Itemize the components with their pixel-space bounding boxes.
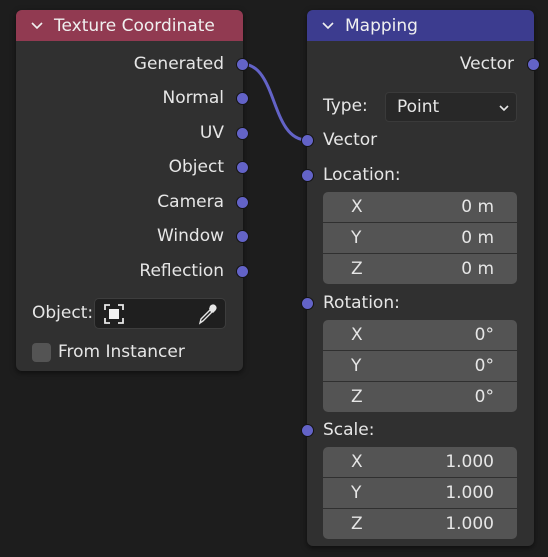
- location-fields: X 0 m Y 0 m Z 0 m: [323, 192, 517, 284]
- output-label: Reflection: [139, 261, 224, 281]
- socket-object[interactable]: [236, 161, 249, 174]
- scale-heading: Scale:: [323, 417, 374, 443]
- field-value: 0 m: [461, 228, 494, 248]
- socket-generated[interactable]: [236, 58, 249, 71]
- location-x-field[interactable]: X 0 m: [323, 192, 517, 222]
- rotation-label: Rotation:: [323, 293, 400, 313]
- output-label: Vector: [459, 54, 514, 74]
- socket-reflection[interactable]: [236, 265, 249, 278]
- type-row: Type:: [323, 93, 368, 119]
- socket-vector-output[interactable]: [527, 58, 540, 71]
- socket-normal[interactable]: [236, 92, 249, 105]
- rotation-z-field[interactable]: Z 0°: [323, 382, 517, 412]
- rotation-heading: Rotation:: [323, 290, 400, 316]
- scale-y-field[interactable]: Y 1.000: [323, 478, 517, 508]
- link-generated-to-vector: [241, 62, 308, 142]
- scale-label: Scale:: [323, 420, 375, 440]
- socket-uv[interactable]: [236, 127, 249, 140]
- texture-coordinate-node[interactable]: Texture Coordinate Generated Normal UV O…: [16, 10, 243, 371]
- chevron-down-icon[interactable]: [321, 19, 335, 33]
- rotation-fields: X 0° Y 0° Z 0°: [323, 320, 517, 412]
- field-value: 1.000: [445, 514, 494, 534]
- output-label: Camera: [157, 192, 224, 212]
- axis-label: Y: [351, 356, 362, 376]
- from-instancer-label: From Instancer: [58, 342, 185, 362]
- texture-coordinate-header[interactable]: Texture Coordinate: [16, 10, 243, 41]
- input-label: Vector: [323, 130, 378, 150]
- eyedropper-icon[interactable]: [196, 302, 220, 326]
- location-label: Location:: [323, 165, 401, 185]
- scale-x-field[interactable]: X 1.000: [323, 447, 517, 477]
- output-generated: Generated: [134, 51, 224, 77]
- output-camera: Camera: [157, 189, 224, 215]
- mapping-node[interactable]: Mapping Vector Type: Point Vector Locati…: [307, 10, 534, 546]
- from-instancer-row: From Instancer: [58, 339, 185, 365]
- object-target-icon: [104, 304, 124, 324]
- type-value: Point: [397, 97, 440, 117]
- type-label: Type:: [323, 96, 368, 116]
- axis-label: X: [351, 452, 363, 472]
- axis-label: Z: [351, 387, 363, 407]
- axis-label: Z: [351, 514, 363, 534]
- output-uv: UV: [200, 120, 224, 146]
- type-select[interactable]: Point: [385, 92, 517, 122]
- field-value: 0°: [474, 387, 494, 407]
- socket-window[interactable]: [236, 230, 249, 243]
- location-heading: Location:: [323, 162, 401, 188]
- field-value: 1.000: [445, 452, 494, 472]
- from-instancer-checkbox[interactable]: [32, 343, 51, 362]
- object-row: Object:: [32, 300, 93, 326]
- output-window: Window: [157, 223, 224, 249]
- object-field[interactable]: [94, 298, 226, 329]
- location-z-field[interactable]: Z 0 m: [323, 254, 517, 284]
- axis-label: X: [351, 197, 363, 217]
- axis-label: Y: [351, 228, 362, 248]
- input-vector: Vector: [323, 127, 377, 153]
- node-title: Texture Coordinate: [54, 15, 215, 36]
- dropdown-chevron-icon: [499, 105, 509, 112]
- output-label: Generated: [133, 54, 224, 74]
- output-label: UV: [199, 123, 224, 143]
- axis-label: Z: [351, 259, 363, 279]
- output-normal: Normal: [162, 85, 224, 111]
- chevron-down-icon[interactable]: [30, 19, 44, 33]
- mapping-header[interactable]: Mapping: [307, 10, 534, 41]
- rotation-y-field[interactable]: Y 0°: [323, 351, 517, 381]
- field-value: 1.000: [445, 483, 494, 503]
- rotation-x-field[interactable]: X 0°: [323, 320, 517, 350]
- output-label: Object: [168, 157, 224, 177]
- output-label: Normal: [162, 88, 224, 108]
- scale-z-field[interactable]: Z 1.000: [323, 509, 517, 539]
- location-y-field[interactable]: Y 0 m: [323, 223, 517, 253]
- socket-camera[interactable]: [236, 196, 249, 209]
- node-title: Mapping: [345, 15, 418, 36]
- scale-fields: X 1.000 Y 1.000 Z 1.000: [323, 447, 517, 539]
- object-label: Object:: [32, 303, 94, 323]
- output-label: Window: [156, 226, 224, 246]
- axis-label: X: [351, 325, 363, 345]
- output-object: Object: [169, 154, 224, 180]
- axis-label: Y: [351, 483, 362, 503]
- field-value: 0 m: [461, 197, 494, 217]
- field-value: 0°: [474, 325, 494, 345]
- output-reflection: Reflection: [139, 258, 224, 284]
- socket-location-input[interactable]: [301, 169, 314, 182]
- socket-vector-input[interactable]: [301, 134, 314, 147]
- field-value: 0°: [474, 356, 494, 376]
- socket-scale-input[interactable]: [301, 424, 314, 437]
- field-value: 0 m: [461, 259, 494, 279]
- output-vector: Vector: [460, 51, 514, 77]
- socket-rotation-input[interactable]: [301, 297, 314, 310]
